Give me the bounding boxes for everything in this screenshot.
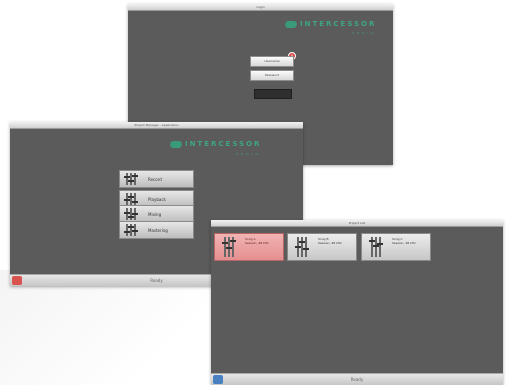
project-desc: Session, 48 kHz: [245, 241, 269, 245]
project-info: Song B Session, 48 kHz: [316, 234, 344, 260]
brand-mark-icon: [283, 20, 299, 28]
status-bar: Ready: [211, 373, 503, 385]
login-panel: × Username Password: [250, 52, 296, 106]
menu-item-label: Mixing: [148, 211, 162, 217]
status-text: Ready: [150, 278, 163, 283]
brand-mark-icon: [168, 140, 184, 148]
window-titlebar[interactable]: Project List: [211, 220, 503, 227]
menu-item-label: Playback: [148, 196, 166, 202]
mixer-icon: [362, 234, 390, 260]
mixer-icon: [288, 234, 316, 260]
brand-name: INTERCESSOR: [185, 140, 262, 148]
window-title: Login: [256, 5, 265, 9]
brand-logo: INTERCESSOR: [283, 19, 377, 29]
username-label: Username: [264, 59, 280, 63]
login-button[interactable]: [254, 89, 292, 99]
window-title: Project List: [348, 221, 366, 225]
window-title: Project Manager - Application: [134, 123, 179, 127]
mixer-icon: [120, 171, 142, 187]
brand-logo: INTERCESSOR: [168, 139, 262, 149]
project-tile[interactable]: Song B Session, 48 kHz: [287, 233, 357, 261]
window-titlebar[interactable]: Project Manager - Application: [10, 122, 303, 129]
brand-tagline: A U D I O: [352, 31, 375, 35]
project-tile[interactable]: Song C Session, 48 kHz: [361, 233, 431, 261]
password-field[interactable]: Password: [250, 70, 294, 81]
project-desc: Session, 48 kHz: [392, 241, 416, 245]
menu-item-mastering[interactable]: Mastering: [119, 221, 194, 239]
window-titlebar[interactable]: Login: [128, 4, 393, 11]
status-text: Ready: [350, 377, 364, 382]
projects-window: Project List Song A Session, 48 kHz Song…: [211, 220, 503, 385]
app-menu-button[interactable]: [213, 375, 223, 384]
username-field[interactable]: Username: [250, 56, 294, 67]
project-info: Song C Session, 48 kHz: [390, 234, 418, 260]
menu-item-record[interactable]: Record: [119, 170, 194, 188]
password-label: Password: [264, 73, 279, 77]
background-fade: [0, 270, 240, 385]
brand-tagline: A U D I O: [236, 152, 259, 156]
mixer-icon: [120, 222, 142, 238]
project-info: Song A Session, 48 kHz: [243, 234, 271, 260]
menu-item-label: Mastering: [148, 227, 168, 233]
project-tile[interactable]: Song A Session, 48 kHz: [214, 233, 284, 261]
mixer-icon: [215, 234, 243, 260]
brand-name: INTERCESSOR: [300, 20, 377, 28]
menu-item-label: Record: [148, 176, 162, 182]
mixer-icon: [120, 206, 142, 222]
project-desc: Session, 48 kHz: [318, 241, 342, 245]
app-menu-button[interactable]: [12, 276, 22, 285]
